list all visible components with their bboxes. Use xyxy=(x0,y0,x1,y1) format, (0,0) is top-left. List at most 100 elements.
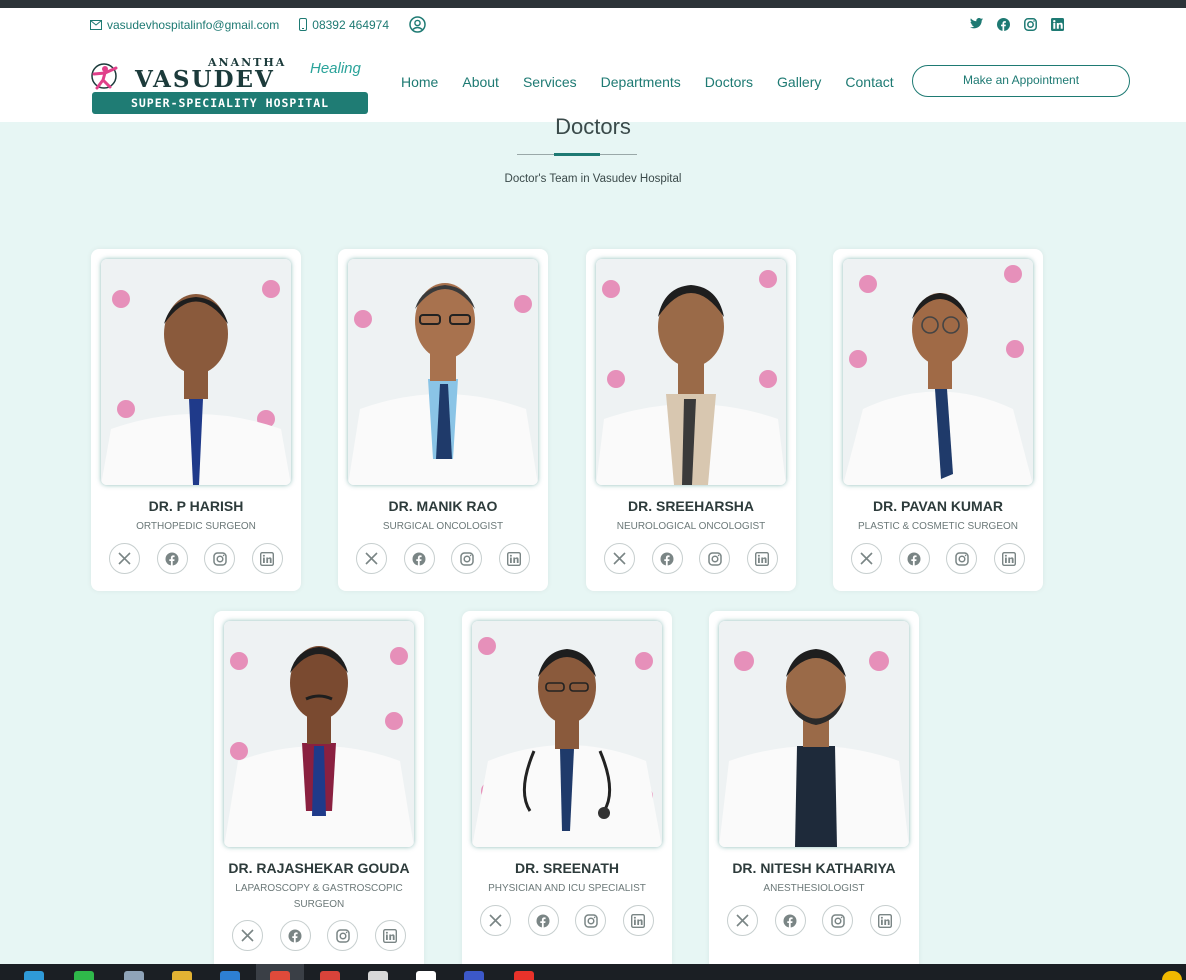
linkedin-link[interactable] xyxy=(374,920,406,951)
chrome-profile-taskbar-icon[interactable] xyxy=(320,971,340,980)
twitter-link[interactable] xyxy=(970,18,983,31)
doctor-photo xyxy=(224,621,414,847)
file-explorer-taskbar-icon[interactable] xyxy=(172,971,192,980)
facebook-link[interactable] xyxy=(403,543,435,574)
nav-about[interactable]: About xyxy=(462,74,499,90)
chrome-taskbar-icon[interactable] xyxy=(270,971,290,980)
facebook-link[interactable] xyxy=(997,18,1010,31)
facebook-link[interactable] xyxy=(279,920,311,951)
facebook-icon xyxy=(288,929,302,943)
facebook-link[interactable] xyxy=(898,543,930,574)
instagram-link[interactable] xyxy=(204,543,236,574)
linkedin-link[interactable] xyxy=(993,543,1025,574)
facebook-icon xyxy=(660,552,674,566)
linkedin-link[interactable] xyxy=(746,543,778,574)
facebook-link[interactable] xyxy=(774,905,806,936)
app-taskbar-icon[interactable] xyxy=(416,971,436,980)
facebook-icon xyxy=(997,18,1010,31)
email-link[interactable]: vasudevhospitalinfo@gmail.com xyxy=(90,18,279,32)
instagram-link[interactable] xyxy=(822,905,854,936)
linkedin-link[interactable] xyxy=(498,543,530,574)
facebook-link[interactable] xyxy=(156,543,188,574)
linkedin-icon xyxy=(260,551,275,566)
instagram-icon xyxy=(955,551,969,566)
instagram-icon xyxy=(213,551,227,566)
nav-services[interactable]: Services xyxy=(523,74,577,90)
facebook-link[interactable] xyxy=(651,543,683,574)
instagram-icon xyxy=(460,551,474,566)
section-subtitle: Doctor's Team in Vasudev Hospital xyxy=(504,173,682,185)
linkedin-link[interactable] xyxy=(622,905,654,936)
doctor-specialty: PHYSICIAN AND ICU SPECIALIST xyxy=(488,883,646,894)
x-link[interactable] xyxy=(604,543,635,574)
browser-taskbar-icon[interactable] xyxy=(24,971,44,980)
doctor-specialty: ORTHOPEDIC SURGEON xyxy=(136,521,256,532)
doctor-card: DR. P HARISH ORTHOPEDIC SURGEON xyxy=(91,249,301,591)
doctor-photo xyxy=(472,621,662,847)
os-taskbar xyxy=(0,964,1186,980)
nav-contact[interactable]: Contact xyxy=(845,74,893,90)
x-link[interactable] xyxy=(727,905,758,936)
user-account-button[interactable] xyxy=(409,16,431,33)
doctor-photo xyxy=(101,259,291,485)
x-link[interactable] xyxy=(109,543,140,574)
notepad-taskbar-icon[interactable] xyxy=(124,971,144,980)
linkedin-icon xyxy=(755,551,770,566)
doctor-card: DR. PAVAN KUMAR PLASTIC & COSMETIC SURGE… xyxy=(833,249,1043,591)
instagram-link[interactable] xyxy=(327,920,359,951)
instagram-link[interactable] xyxy=(699,543,731,574)
phone-link[interactable]: 08392 464974 xyxy=(299,18,389,32)
instagram-link[interactable] xyxy=(946,543,978,574)
openai-taskbar-icon[interactable] xyxy=(368,971,388,980)
logo-tagline: Healing xyxy=(310,60,361,77)
instagram-link[interactable] xyxy=(575,905,607,936)
instagram-link[interactable] xyxy=(1024,18,1037,31)
instagram-link[interactable] xyxy=(451,543,483,574)
nav-gallery[interactable]: Gallery xyxy=(777,74,821,90)
doctor-name: DR. P HARISH xyxy=(148,498,244,514)
linkedin-icon xyxy=(1051,18,1064,31)
nav-doctors[interactable]: Doctors xyxy=(705,74,753,90)
x-icon xyxy=(489,914,502,927)
doctor-specialty: NEUROLOGICAL ONCOLOGIST xyxy=(616,521,766,532)
doctor-name: DR. PAVAN KUMAR xyxy=(873,498,1003,514)
doctor-specialty: PLASTIC & COSMETIC SURGEON xyxy=(857,521,1019,532)
doctor-social-links xyxy=(480,905,654,936)
x-icon xyxy=(118,552,131,565)
doctor-name: DR. SREEHARSHA xyxy=(627,498,754,514)
nav-departments[interactable]: Departments xyxy=(601,74,681,90)
doctor-specialty: LAPAROSCOPY & GASTROSCOPIC SURGEON xyxy=(235,883,403,910)
doctor-name: DR. MANIK RAO xyxy=(388,498,498,514)
document-taskbar-icon[interactable] xyxy=(464,971,484,980)
instagram-icon xyxy=(1024,18,1037,31)
x-link[interactable] xyxy=(356,543,387,574)
make-appointment-button[interactable]: Make an Appointment xyxy=(912,65,1130,97)
linkedin-link[interactable] xyxy=(251,543,283,574)
notification-taskbar-icon[interactable] xyxy=(1162,971,1182,980)
facebook-icon xyxy=(412,552,426,566)
facebook-link[interactable] xyxy=(527,905,559,936)
hospital-logo[interactable]: ANANTHA VASUDEV Healing SUPER-SPECIALITY… xyxy=(90,54,370,116)
contact-bar: vasudevhospitalinfo@gmail.com 08392 4649… xyxy=(90,16,451,33)
linkedin-icon xyxy=(878,913,893,928)
linkedin-icon xyxy=(631,913,646,928)
x-link[interactable] xyxy=(851,543,882,574)
phone-icon xyxy=(299,18,308,31)
nav-home[interactable]: Home xyxy=(401,74,438,90)
linkedin-link[interactable] xyxy=(869,905,901,936)
doctor-specialty: ANESTHESIOLOGIST xyxy=(763,883,865,894)
doctor-card: DR. MANIK RAO SURGICAL ONCOLOGIST xyxy=(338,249,548,591)
linkedin-link[interactable] xyxy=(1051,18,1064,31)
x-link[interactable] xyxy=(232,920,263,951)
x-link[interactable] xyxy=(480,905,511,936)
logo-line2: VASUDEV xyxy=(135,66,275,93)
html5-taskbar-icon[interactable] xyxy=(514,971,534,980)
facebook-icon xyxy=(536,914,550,928)
doctor-photo xyxy=(843,259,1033,485)
linkedin-icon xyxy=(1002,551,1017,566)
doctor-social-links xyxy=(356,543,530,574)
doctor-card: DR. NITESH KATHARIYA ANESTHESIOLOGIST xyxy=(709,611,919,971)
vscode-taskbar-icon[interactable] xyxy=(220,971,240,980)
whatsapp-taskbar-icon[interactable] xyxy=(74,971,94,980)
facebook-icon xyxy=(907,552,921,566)
